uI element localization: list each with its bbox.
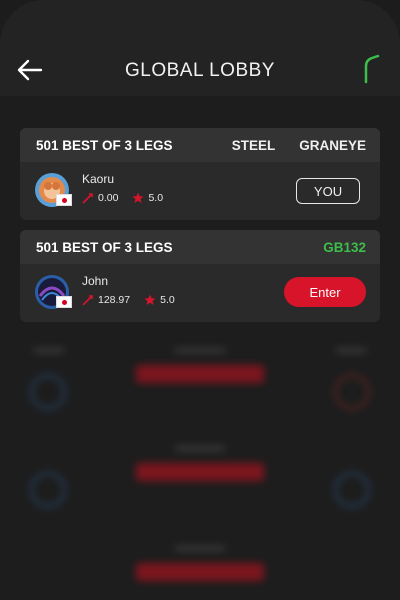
player-rating: 0.00 — [98, 192, 119, 204]
match-code: GB132 — [323, 239, 366, 255]
match-card-header: 501 BEST OF 3 LEGS STEEL GRANEYE — [20, 128, 380, 162]
match-title: 501 BEST OF 3 LEGS — [36, 239, 173, 255]
phone-screen: GLOBAL LOBBY 501 BEST OF 3 LEGS STEEL GR… — [0, 0, 400, 600]
star-icon — [144, 294, 156, 305]
player-stats: 128.97 5.0 — [82, 294, 175, 306]
blurred-avatar — [30, 472, 66, 508]
top-bar: GLOBAL LOBBY — [0, 0, 400, 96]
blurred-match-row: ▬▬▬▬▬ — [20, 542, 380, 581]
blurred-avatar — [334, 472, 370, 508]
dart-icon — [82, 295, 93, 306]
blurred-button — [136, 563, 264, 581]
blurred-match-row: ▬▬▬ ▬▬▬▬▬ ▬▬▬ — [20, 344, 380, 410]
dart-icon — [82, 193, 93, 204]
blurred-header: ▬▬▬▬▬ — [175, 542, 225, 553]
you-button[interactable]: YOU — [296, 178, 360, 204]
player-row: Kaoru 0.00 5.0 YOU — [20, 162, 380, 220]
player-stars: 5.0 — [148, 192, 164, 204]
blurred-header: ▬▬▬ ▬▬▬▬▬ ▬▬▬ — [34, 344, 366, 355]
match-tag-steel: STEEL — [231, 137, 276, 153]
player-rating: 128.97 — [98, 294, 131, 306]
match-title: 501 BEST OF 3 LEGS — [36, 137, 173, 153]
match-card-header: 501 BEST OF 3 LEGS GB132 — [20, 230, 380, 264]
enter-button[interactable]: Enter — [284, 277, 366, 307]
blurred-avatar — [334, 374, 370, 410]
player-row: John 128.97 5.0 Enter — [20, 264, 380, 322]
match-card: 501 BEST OF 3 LEGS STEEL GRANEYE Kaoru 0… — [20, 128, 380, 220]
match-tag-graneye: GRANEYE — [299, 137, 366, 153]
blurred-button — [136, 463, 264, 481]
blurred-match-row: ▬▬▬▬▬ — [20, 442, 380, 508]
player-stars: 5.0 — [160, 294, 175, 306]
japan-flag-icon — [56, 194, 72, 206]
blurred-button — [136, 365, 264, 383]
star-icon — [132, 192, 144, 203]
japan-flag-icon — [56, 296, 72, 308]
player-name: John — [82, 274, 109, 288]
blurred-avatar — [30, 374, 66, 410]
signal-icon[interactable] — [362, 54, 382, 86]
player-stats: 0.00 5.0 — [82, 192, 163, 204]
page-title: GLOBAL LOBBY — [125, 60, 275, 81]
player-name: Kaoru — [82, 172, 115, 186]
blurred-header: ▬▬▬▬▬ — [175, 442, 225, 453]
match-card: 501 BEST OF 3 LEGS GB132 John 128.97 5.0… — [20, 230, 380, 322]
lobby-list: 501 BEST OF 3 LEGS STEEL GRANEYE Kaoru 0… — [0, 96, 400, 600]
